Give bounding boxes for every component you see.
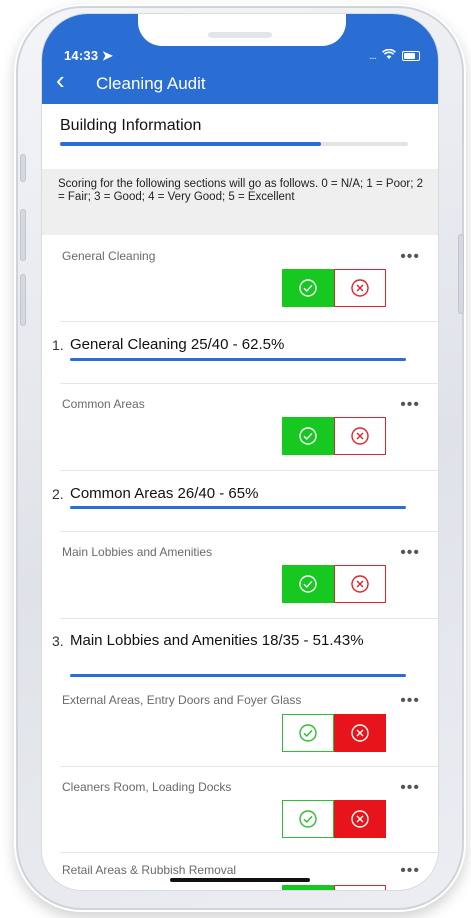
- phone-notch: [138, 14, 346, 46]
- yes-button[interactable]: [282, 885, 334, 890]
- section-score-bar: [70, 358, 406, 361]
- check-circle-icon: [299, 810, 317, 828]
- audit-item-cleaners-room: Cleaners Room, Loading Docks •••: [42, 767, 438, 857]
- progress-fill: [60, 142, 321, 146]
- audit-item-retail-areas: Retail Areas & Rubbish Removal •••: [42, 853, 438, 890]
- check-circle-icon: [299, 724, 317, 742]
- no-button[interactable]: [334, 885, 386, 890]
- item-label: Retail Areas & Rubbish Removal: [62, 863, 237, 877]
- building-information-title[interactable]: Building Information: [60, 117, 201, 135]
- close-circle-icon: [351, 810, 369, 828]
- more-options-icon[interactable]: •••: [400, 780, 420, 796]
- app-screen: 14:33 ➤ .... ‹ Cleaning Audit Building I…: [42, 14, 438, 890]
- close-circle-icon: [351, 575, 369, 593]
- close-circle-icon: [351, 279, 369, 297]
- item-label: Cleaners Room, Loading Docks: [62, 780, 232, 794]
- divider: [60, 470, 438, 471]
- yes-no-toggle: [282, 417, 386, 455]
- item-label: Main Lobbies and Amenities: [62, 545, 213, 559]
- yes-button[interactable]: [282, 800, 334, 838]
- section-score-title: General Cleaning 25/40 - 62.5%: [70, 336, 285, 353]
- yes-no-toggle: [282, 269, 386, 307]
- battery-icon: [402, 51, 420, 61]
- section-score-title: Common Areas 26/40 - 65%: [70, 485, 259, 502]
- back-chevron-icon[interactable]: ‹: [56, 67, 65, 93]
- more-options-icon[interactable]: •••: [400, 693, 420, 709]
- scoring-note: Scoring for the following sections will …: [42, 169, 438, 235]
- audit-item-general-cleaning: General Cleaning •••: [42, 235, 438, 335]
- audit-item-common-areas: Common Areas •••: [42, 384, 438, 484]
- volume-down-button: [20, 274, 26, 326]
- power-button: [458, 234, 464, 314]
- no-button[interactable]: [334, 714, 386, 752]
- yes-no-toggle: [282, 714, 386, 752]
- section-number: 1.: [52, 337, 64, 353]
- close-circle-icon: [351, 427, 369, 445]
- speaker-grille: [208, 32, 272, 38]
- yes-no-toggle: [282, 800, 386, 838]
- yes-no-toggle: [282, 885, 386, 890]
- audit-item-main-lobbies: Main Lobbies and Amenities •••: [42, 532, 438, 632]
- mute-switch: [20, 154, 26, 182]
- signal-dots: ....: [368, 50, 377, 62]
- page-title: Cleaning Audit: [96, 74, 206, 93]
- no-button[interactable]: [334, 565, 386, 603]
- check-circle-icon: [299, 427, 317, 445]
- section-score-bar: [70, 674, 406, 677]
- divider: [60, 618, 438, 619]
- volume-up-button: [20, 209, 26, 261]
- yes-button[interactable]: [282, 269, 334, 307]
- no-button[interactable]: [334, 269, 386, 307]
- item-label: Common Areas: [62, 397, 145, 411]
- section-score-title: Main Lobbies and Amenities 18/35 - 51.43…: [70, 632, 364, 649]
- audit-item-external-areas: External Areas, Entry Doors and Foyer Gl…: [42, 679, 438, 779]
- building-information-progress: [60, 142, 408, 146]
- item-label: External Areas, Entry Doors and Foyer Gl…: [62, 693, 302, 707]
- more-options-icon[interactable]: •••: [400, 397, 420, 413]
- home-indicator: [170, 878, 310, 882]
- no-button[interactable]: [334, 417, 386, 455]
- yes-button[interactable]: [282, 565, 334, 603]
- yes-button[interactable]: [282, 417, 334, 455]
- section-score-bar: [70, 506, 406, 509]
- wifi-icon: [382, 47, 396, 65]
- section-number: 2.: [52, 486, 64, 502]
- more-options-icon[interactable]: •••: [400, 249, 420, 265]
- yes-no-toggle: [282, 565, 386, 603]
- status-time: 14:33 ➤: [64, 48, 114, 63]
- more-options-icon[interactable]: •••: [400, 545, 420, 561]
- item-label: General Cleaning: [62, 249, 156, 263]
- yes-button[interactable]: [282, 714, 334, 752]
- close-circle-icon: [351, 724, 369, 742]
- divider: [60, 321, 438, 322]
- status-right: ....: [369, 47, 420, 65]
- section-number: 3.: [52, 633, 64, 649]
- check-circle-icon: [299, 575, 317, 593]
- check-circle-icon: [299, 279, 317, 297]
- more-options-icon[interactable]: •••: [400, 863, 420, 879]
- no-button[interactable]: [334, 800, 386, 838]
